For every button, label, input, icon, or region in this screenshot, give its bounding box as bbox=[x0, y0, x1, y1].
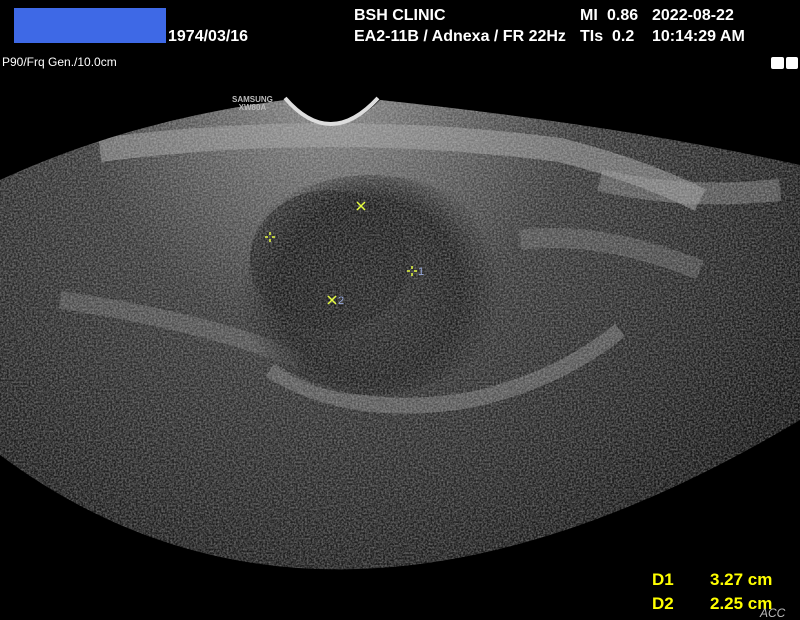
measurement-name-d2: D2 bbox=[652, 594, 674, 613]
probe-brand-label: SAMSUNG XW80A bbox=[232, 96, 273, 112]
exam-date: 2022-08-22 bbox=[652, 7, 734, 24]
corner-label: ACC bbox=[760, 606, 786, 620]
tis-value: 0.2 bbox=[612, 28, 635, 45]
mi-label: MI bbox=[580, 7, 598, 24]
imaging-parameters: P90/Frq Gen./10.0cm bbox=[2, 55, 117, 69]
probe-orientation-icon bbox=[771, 57, 784, 69]
marker-label-1: 1 bbox=[418, 266, 424, 278]
mi-value: 0.86 bbox=[607, 7, 639, 24]
measurement-value-d1: 3.27 cm bbox=[710, 570, 773, 589]
exam-time: 10:14:29 AM bbox=[652, 28, 745, 45]
probe-model: XW80A bbox=[238, 103, 267, 112]
measurement-name-d1: D1 bbox=[652, 570, 674, 589]
marker-label-2: 2 bbox=[338, 295, 344, 307]
ultrasound-image: 1 2 bbox=[0, 96, 800, 570]
tis-label: TIs bbox=[580, 28, 604, 45]
patient-dob: 1974/03/16 bbox=[168, 28, 249, 45]
clinic-name: BSH CLINIC bbox=[354, 7, 446, 24]
probe-preset: EA2-11B / Adnexa / FR 22Hz bbox=[354, 28, 566, 45]
header-bar: 1974/03/16 BSH CLINIC EA2-11B / Adnexa /… bbox=[0, 0, 800, 48]
redacted-patient-name bbox=[14, 8, 166, 43]
probe-type-icon bbox=[786, 57, 798, 69]
